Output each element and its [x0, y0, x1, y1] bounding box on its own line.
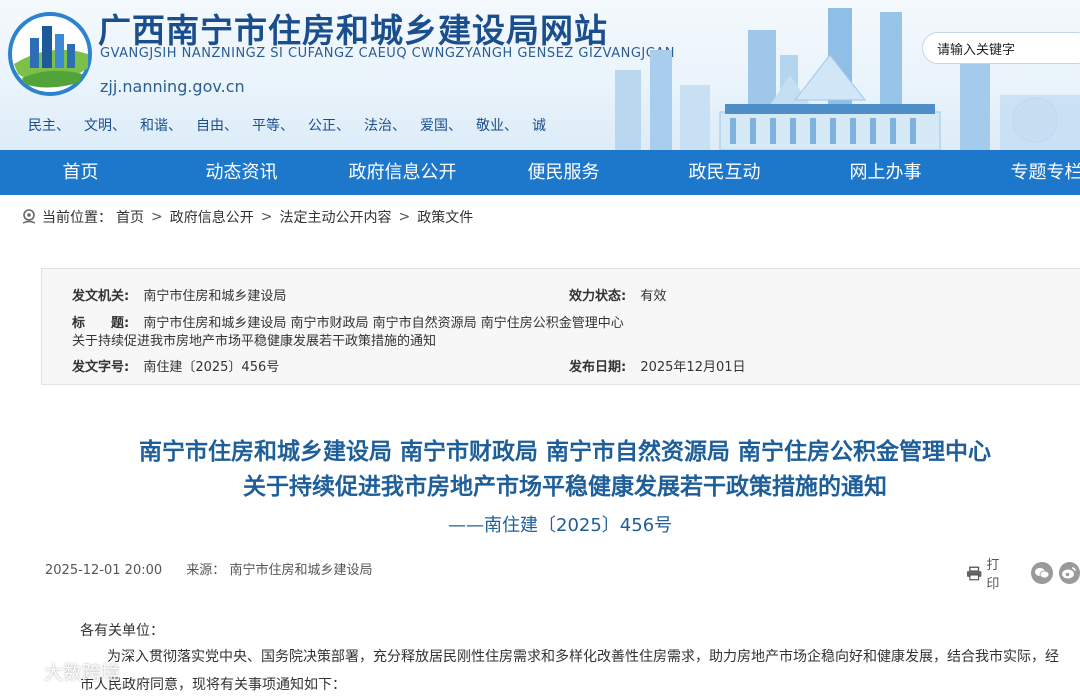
nav-item-interaction[interactable]: 政民互动: [644, 150, 805, 195]
value-item: 诚: [532, 118, 546, 134]
meta-number-label: 发文字号:: [72, 360, 130, 375]
meta-date: 发布日期: 2025年12月01日: [569, 356, 746, 375]
document-title-line1: 南宁市住房和城乡建设局 南宁市财政局 南宁市自然资源局 南宁住房公积金管理中心: [138, 439, 992, 465]
document-info-line: 2025-12-01 20:00 来源： 南宁市住房和城乡建设局: [45, 559, 372, 578]
wechat-share-icon[interactable]: [1031, 562, 1053, 584]
main-nav: 首页 动态资讯 政府信息公开 便民服务 政民互动 网上办事 专题专栏: [0, 150, 1080, 195]
meta-number-value: 南住建〔2025〕456号: [143, 360, 280, 375]
meta-date-value: 2025年12月01日: [640, 360, 746, 375]
meta-date-label: 发布日期:: [569, 360, 627, 375]
wechat-icon: [1035, 568, 1050, 579]
value-item: 公正、: [308, 118, 350, 134]
nav-item-home[interactable]: 首页: [0, 150, 161, 195]
breadcrumb-label: 当前位置：: [42, 210, 112, 226]
meta-status: 效力状态: 有效: [569, 285, 666, 304]
meta-status-value: 有效: [640, 289, 667, 304]
body-paragraph: 为深入贯彻落实党中央、国务院决策部署，充分释放居民刚性住房需求和多样化改善性住房…: [80, 649, 1059, 693]
breadcrumb-link-home[interactable]: 首页: [116, 207, 144, 227]
breadcrumb-separator: >: [151, 209, 163, 225]
weibo-icon: [1062, 567, 1077, 579]
watermark-logo-icon: [15, 662, 39, 681]
nav-item-topics[interactable]: 专题专栏: [966, 150, 1080, 195]
watermark: 大数跨境: [14, 658, 120, 685]
value-item: 和谐、: [140, 118, 182, 134]
city-logo-icon[interactable]: [8, 8, 92, 98]
nav-item-gov-info[interactable]: 政府信息公开: [322, 150, 483, 195]
breadcrumb-link-statutory[interactable]: 法定主动公开内容: [279, 207, 391, 227]
core-values-ticker: 民主、 文明、 和谐、 自由、 平等、 公正、 法治、 爱国、 敬业、 诚: [28, 115, 546, 135]
meta-issuer-value: 南宁市住房和城乡建设局: [143, 289, 287, 304]
site-title: 广西南宁市住房和城乡建设局网站: [98, 11, 608, 50]
location-pin-icon: [22, 209, 36, 224]
document-meta-box: 发文机关: 南宁市住房和城乡建设局 效力状态: 有效 标 题: 南宁市住房和城乡…: [41, 268, 1080, 385]
source-label: 来源：: [186, 563, 226, 578]
document-title-line2: 关于持续促进我市房地产市场平稳健康发展若干政策措施的通知: [243, 474, 887, 500]
breadcrumb-separator: >: [260, 209, 273, 225]
nav-item-news[interactable]: 动态资讯: [161, 150, 322, 195]
breadcrumb: 当前位置： 首页 > 政府信息公开 > 法定主动公开内容 > 政策文件: [20, 207, 473, 227]
letter-greeting: 各有关单位：: [80, 623, 164, 639]
city-skyline-banner: [615, 8, 1080, 150]
print-button[interactable]: 打印: [966, 554, 1011, 592]
site-domain: zjj.nanning.gov.cn: [100, 77, 245, 96]
breadcrumb-separator: >: [398, 209, 411, 225]
print-label: 打印: [986, 558, 1000, 592]
meta-issuer-label: 发文机关:: [72, 289, 130, 304]
printer-icon: [966, 566, 982, 580]
meta-title-label: 标 题:: [72, 316, 130, 331]
breadcrumb-link-gov-info[interactable]: 政府信息公开: [170, 207, 254, 227]
meta-issuer: 发文机关: 南宁市住房和城乡建设局: [72, 285, 286, 304]
value-item: 文明、: [84, 118, 126, 134]
value-item: 民主、: [28, 118, 70, 134]
nav-item-online[interactable]: 网上办事: [805, 150, 966, 195]
search-input[interactable]: 请输入关键字: [922, 32, 1080, 64]
document-number: ——南住建〔2025〕456号: [448, 515, 673, 536]
value-item: 平等、: [252, 118, 294, 134]
value-item: 爱国、: [420, 118, 462, 134]
meta-title: 标 题: 南宁市住房和城乡建设局 南宁市财政局 南宁市自然资源局 南宁住房公积金…: [72, 312, 624, 331]
watermark-text: 大数跨境: [44, 662, 121, 684]
value-item: 法治、: [364, 118, 406, 134]
meta-number: 发文字号: 南住建〔2025〕456号: [72, 356, 279, 375]
site-header: 广西南宁市住房和城乡建设局网站 GVANGJSIH NANZNINGZ SI C…: [0, 0, 1080, 150]
weibo-share-icon[interactable]: [1058, 562, 1080, 584]
breadcrumb-link-policy[interactable]: 政策文件: [417, 207, 473, 227]
document-tools: 打印: [966, 554, 1080, 592]
meta-title-line2: 关于持续促进我市房地产市场平稳健康发展若干政策措施的通知: [72, 334, 437, 349]
publish-datetime: 2025-12-01 20:00: [45, 563, 163, 578]
nav-item-services[interactable]: 便民服务: [483, 150, 644, 195]
value-item: 敬业、: [476, 118, 518, 134]
source-value: 南宁市住房和城乡建设局: [229, 563, 373, 578]
meta-status-label: 效力状态:: [569, 289, 627, 304]
meta-title-line1: 南宁市住房和城乡建设局 南宁市财政局 南宁市自然资源局 南宁住房公积金管理中心: [143, 316, 624, 331]
value-item: 自由、: [196, 118, 238, 134]
